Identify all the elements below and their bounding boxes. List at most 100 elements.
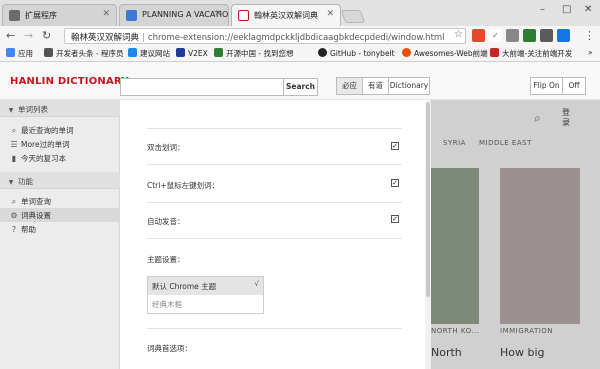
- gear-icon: ⚙: [10, 211, 18, 220]
- address-url: chrome-extension://eeklagmdpckkljdbdicaa…: [147, 33, 445, 43]
- news-caption: NORTH KO...: [431, 327, 480, 335]
- bookmark-favicon-icon: [490, 48, 499, 57]
- double-click-checkbox[interactable]: ✓: [391, 142, 399, 150]
- auto-pronounce-checkbox[interactable]: ✓: [391, 215, 399, 223]
- close-icon[interactable]: ✕: [214, 9, 222, 19]
- news-headline[interactable]: How big: [500, 346, 545, 359]
- browser-tab-strip: 扩展程序 ✕ PLANNING A VACATIO ✕ 翰林英汉双解词典 ✕ –…: [0, 0, 600, 26]
- extension-check-icon[interactable]: ✓: [489, 29, 502, 42]
- close-window-icon[interactable]: ✕: [584, 4, 592, 15]
- maximize-icon[interactable]: □: [562, 4, 571, 15]
- menu-icon[interactable]: ⋮: [584, 29, 595, 42]
- caret-down-icon: ▼: [8, 179, 14, 186]
- bookmark-favicon-icon: [214, 48, 223, 57]
- bookmarks-bar: 应用 开发者头条 - 程序员 建议网站 V2EX 开源中国 - 找到您想 Git…: [0, 46, 600, 62]
- theme-option-wood[interactable]: 经典木框: [148, 295, 263, 313]
- app-logo: HANLIN DICTIONARY: [10, 76, 129, 87]
- extension-icon[interactable]: [472, 29, 485, 42]
- source-youdao-button[interactable]: 有道: [362, 77, 389, 95]
- sidebar-item-lookup[interactable]: ⌕ 单词查询: [0, 194, 120, 208]
- divider: [147, 238, 402, 239]
- divider: [147, 202, 402, 203]
- bg-tag: SYRIA: [443, 139, 466, 147]
- bookmark-favicon-icon: [402, 48, 411, 57]
- setting-label: 自动发音：: [147, 217, 185, 226]
- flip-off-button[interactable]: Off: [562, 77, 586, 95]
- minimize-icon[interactable]: –: [540, 4, 545, 15]
- dictionary-favicon-icon: [238, 10, 249, 21]
- bookmark-favicon-icon: [176, 48, 185, 57]
- extensions-favicon-icon: [9, 10, 20, 21]
- sidebar-section-functions[interactable]: ▼ 功能: [0, 172, 120, 189]
- settings-panel: 双击划词： ✓ Ctrl+鼠标左键划词： ✓ 自动发音： ✓ 主题设置： 默认 …: [120, 100, 431, 369]
- source-dictionary-button[interactable]: Dictionary: [388, 77, 430, 95]
- github-icon: [318, 48, 327, 57]
- close-icon[interactable]: ✕: [102, 9, 110, 19]
- theme-settings-label: 主题设置：: [147, 255, 185, 264]
- search-icon: ⌕: [11, 197, 17, 206]
- sidebar: ▼ 单词列表 ⌕ 最近查询的单词 ☰ More过的单词 ▮ 今天的复习本 ▼ 功能 ⌕ 单词…: [0, 100, 120, 369]
- address-bar[interactable]: 翰林英汉双解词典 | chrome-extension://eeklagmdpckk…: [64, 28, 466, 44]
- bookmark-apps[interactable]: 应用: [6, 48, 33, 59]
- flip-on-button[interactable]: Flip On: [530, 77, 563, 95]
- browser-toolbar: ← → ↻ 翰林英汉双解词典 | chrome-extension://eeklag…: [0, 26, 600, 46]
- theme-select-list[interactable]: 默认 Chrome 主题 √ 经典木框: [147, 276, 264, 314]
- check-icon: √: [254, 280, 259, 288]
- dict-pref-label: 词典首选项：: [147, 344, 192, 353]
- address-host: 翰林英汉双解词典: [71, 33, 140, 43]
- news-image: [500, 168, 580, 324]
- tab-extensions[interactable]: 扩展程序 ✕: [2, 4, 117, 26]
- sidebar-section-wordlist[interactable]: ▼ 单词列表: [0, 100, 120, 117]
- search-button[interactable]: Search: [283, 78, 318, 96]
- tab-planning[interactable]: PLANNING A VACATIO ✕: [119, 4, 229, 26]
- sidebar-item-recent[interactable]: ⌕ 最近查询的单词: [0, 123, 120, 137]
- sidebar-item-review[interactable]: ▮ 今天的复习本: [0, 151, 120, 165]
- back-icon[interactable]: ←: [6, 29, 15, 42]
- extension-icon[interactable]: [506, 29, 519, 42]
- theme-option-default[interactable]: 默认 Chrome 主题 √: [148, 277, 263, 295]
- sidebar-item-settings[interactable]: ⚙ 词典设置: [0, 208, 120, 222]
- sidebar-item-more[interactable]: ☰ More过的单词: [0, 137, 120, 151]
- bookmark-favicon-icon: [44, 48, 53, 57]
- news-image: [431, 168, 479, 324]
- more-bookmarks-button[interactable]: »: [588, 48, 593, 57]
- forward-icon[interactable]: →: [24, 29, 33, 42]
- tab-label: 翰林英汉双解词典: [254, 11, 318, 20]
- bg-tag: MIDDLE EAST: [479, 139, 532, 147]
- list-icon: ☰: [10, 140, 18, 149]
- source-bing-button[interactable]: 必应: [336, 77, 363, 95]
- close-icon[interactable]: ✕: [326, 9, 334, 19]
- book-icon: ▮: [11, 154, 17, 163]
- search-input[interactable]: [120, 78, 284, 96]
- extension-icon[interactable]: [557, 29, 570, 42]
- news-headline[interactable]: North: [431, 346, 462, 359]
- bookmark-item[interactable]: Awesomes-Web前端: [402, 48, 488, 59]
- bookmark-item[interactable]: V2EX: [176, 48, 208, 58]
- new-tab-button[interactable]: [340, 10, 366, 23]
- bookmark-item[interactable]: 开发者头条 - 程序员: [44, 48, 123, 59]
- divider: [147, 328, 402, 329]
- panel-scrollbar-thumb[interactable]: [426, 102, 430, 297]
- extension-icon[interactable]: [540, 29, 553, 42]
- bookmark-star-icon[interactable]: ☆: [454, 29, 463, 40]
- tab-dictionary[interactable]: 翰林英汉双解词典 ✕: [231, 4, 341, 26]
- help-icon: ?: [11, 225, 17, 234]
- bookmark-item[interactable]: 大前端-关注前端开发: [490, 48, 572, 59]
- login-link[interactable]: 登录: [562, 108, 570, 128]
- dictionary-header: HANLIN DICTIONARY Search 必应 有道 Dictionar…: [0, 62, 600, 100]
- search-icon[interactable]: ⌕: [534, 111, 541, 126]
- setting-label: Ctrl+鼠标左键划词：: [147, 181, 220, 190]
- news-caption: IMMIGRATION: [500, 327, 554, 335]
- sidebar-item-help[interactable]: ? 帮助: [0, 222, 120, 236]
- bookmark-item[interactable]: GitHub - tonybelt: [318, 48, 395, 58]
- reload-icon[interactable]: ↻: [42, 29, 51, 42]
- background-page: SYRIA MIDDLE EAST ⌕ 登录 NORTH KO... IMMIG…: [431, 100, 600, 369]
- page-favicon-icon: [126, 10, 137, 21]
- setting-label: 双击划词：: [147, 143, 185, 152]
- apps-grid-icon: [6, 48, 15, 57]
- bookmark-item[interactable]: 建议网站: [128, 48, 170, 59]
- bookmark-favicon-icon: [128, 48, 137, 57]
- ctrl-click-checkbox[interactable]: ✓: [391, 179, 399, 187]
- extension-icon[interactable]: [523, 29, 536, 42]
- bookmark-item[interactable]: 开源中国 - 找到您想: [214, 48, 293, 59]
